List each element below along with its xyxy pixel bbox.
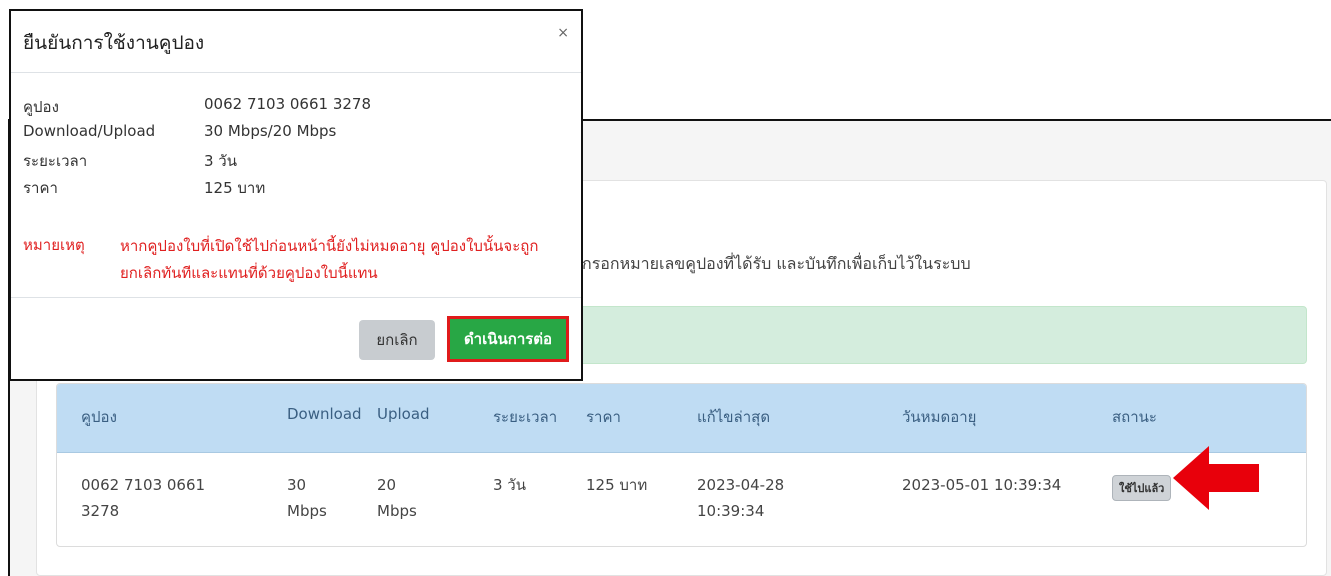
header-status: สถานะ <box>1112 408 1157 426</box>
modal-title: ยืนยันการใช้งานคูปอง <box>23 32 205 54</box>
proceed-button[interactable]: ดำเนินการต่อ <box>447 316 569 362</box>
close-icon[interactable]: × <box>557 25 569 41</box>
header-modified: แก้ไขล่าสุด <box>697 408 771 426</box>
header-duration: ระยะเวลา <box>493 408 558 426</box>
cell-modified: 2023-04-28 10:39:34 <box>697 476 785 520</box>
value-speed: 30 Mbps/20 Mbps <box>204 122 337 140</box>
header-price: ราคา <box>586 408 621 426</box>
note-label: หมายเหตุ <box>23 236 85 254</box>
confirm-coupon-modal: ยืนยันการใช้งานคูปอง × คูปอง 0062 7103 0… <box>9 9 583 381</box>
header-download: Download <box>287 405 362 423</box>
note-line-1: หากคูปองใบที่เปิดใช้ไปก่อนหน้านี้ยังไม่ห… <box>120 237 539 255</box>
cell-duration: 3 วัน <box>493 476 526 494</box>
cell-expiry: 2023-05-01 10:39:34 <box>902 476 1062 494</box>
note-line-2: ยกเลิกทันทีและแทนที่ด้วยคูปองใบนี้แทน <box>120 264 378 282</box>
note-text: หากคูปองใบที่เปิดใช้ไปก่อนหน้านี้ยังไม่ห… <box>120 233 540 287</box>
label-price: ราคา <box>23 179 58 197</box>
status-badge: ใช้ไปแล้ว <box>1112 475 1172 501</box>
table-header: คูปอง Download Upload ระยะเวลา ราคา แก้ไ… <box>57 384 1306 453</box>
header-expiry: วันหมดอายุ <box>902 408 977 426</box>
modal-header: ยืนยันการใช้งานคูปอง × <box>11 11 581 73</box>
label-speed: Download/Upload <box>23 122 156 140</box>
header-coupon: คูปอง <box>81 408 117 426</box>
success-alert <box>560 306 1307 364</box>
value-price: 125 บาท <box>204 179 266 197</box>
cell-coupon: 0062 7103 0661 3278 <box>81 476 206 520</box>
value-duration: 3 วัน <box>204 152 237 170</box>
modal-footer-divider <box>11 297 581 298</box>
value-coupon: 0062 7103 0661 3278 <box>204 95 371 113</box>
coupon-table: คูปอง Download Upload ระยะเวลา ราคา แก้ไ… <box>56 383 1307 547</box>
cell-download: 30 Mbps <box>287 476 327 520</box>
cancel-button[interactable]: ยกเลิก <box>359 320 435 360</box>
label-duration: ระยะเวลา <box>23 152 88 170</box>
cell-upload: 20 Mbps <box>377 476 417 520</box>
header-upload: Upload <box>377 405 430 423</box>
instruction-text: กรอกหมายเลขคูปองที่ได้รับ และบันทึกเพื่อ… <box>582 254 971 273</box>
red-arrow-left-icon <box>1173 446 1259 510</box>
cell-price: 125 บาท <box>586 476 648 494</box>
label-coupon: คูปอง <box>23 98 59 116</box>
